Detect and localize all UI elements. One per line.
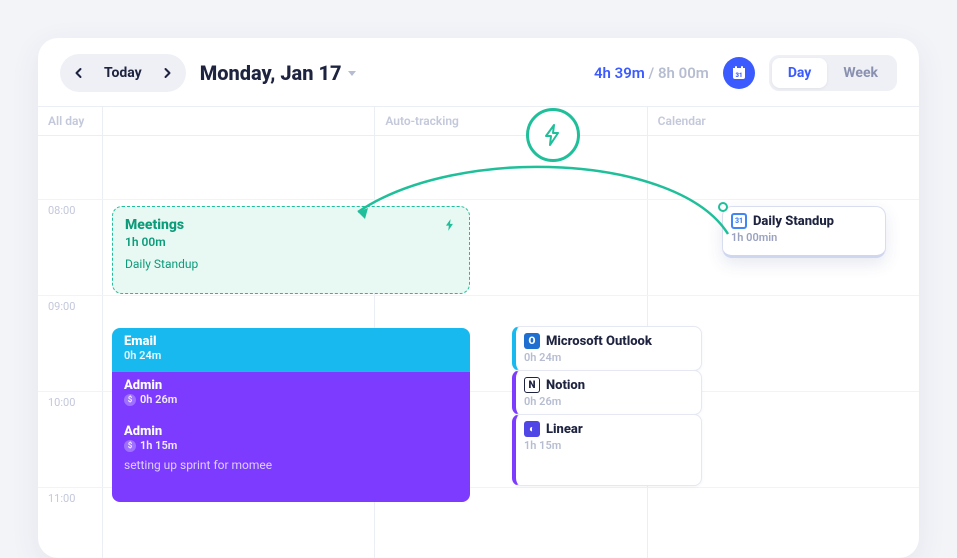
hour-label: 09:00 bbox=[38, 296, 102, 391]
hour-label: 08:00 bbox=[38, 200, 102, 295]
lightning-icon bbox=[443, 218, 457, 232]
tracking-notion-duration: 0h 26m bbox=[524, 395, 693, 408]
admin2-desc: setting up sprint for momee bbox=[124, 458, 458, 472]
email-title: Email bbox=[124, 334, 458, 349]
col-allday-label: All day bbox=[38, 107, 102, 135]
billable-icon: $ bbox=[124, 394, 136, 406]
admin-event-block-1[interactable]: Admin $0h 26m bbox=[112, 372, 470, 416]
admin2-duration: $1h 15m bbox=[124, 439, 458, 452]
today-button[interactable]: Today bbox=[94, 65, 152, 81]
time-summary: 4h 39m / 8h 00m bbox=[594, 64, 709, 82]
email-event-block[interactable]: Email 0h 24m bbox=[112, 328, 470, 372]
tracking-outlook-duration: 0h 24m bbox=[524, 351, 693, 364]
admin1-duration: $0h 26m bbox=[124, 393, 458, 406]
col-calendar-label: Calendar bbox=[647, 107, 919, 135]
col-tracked-label bbox=[102, 107, 374, 135]
tracking-card-linear[interactable]: ◐ Linear 1h 15m bbox=[512, 414, 702, 486]
admin1-title: Admin bbox=[124, 378, 458, 393]
tracking-card-notion[interactable]: N Notion 0h 26m bbox=[512, 370, 702, 415]
time-total: / 8h 00m bbox=[649, 64, 709, 82]
linear-icon: ◐ bbox=[524, 421, 540, 437]
standup-duration: 1h 00min bbox=[731, 231, 877, 244]
admin2-title: Admin bbox=[124, 424, 458, 439]
event-handle-dot[interactable] bbox=[718, 202, 728, 212]
meetings-title: Meetings bbox=[125, 217, 184, 233]
column-headers: All day Auto-tracking Calendar bbox=[38, 106, 919, 136]
meetings-event-block[interactable]: Meetings 1h 00m Daily Standup bbox=[112, 206, 470, 294]
standup-title: Daily Standup bbox=[753, 214, 834, 229]
next-day-button[interactable] bbox=[152, 58, 182, 88]
header-bar: Today Monday, Jan 17 4h 39m / 8h 00m 31 … bbox=[38, 38, 919, 106]
calendar-event-standup[interactable]: Daily Standup 1h 00min bbox=[722, 206, 886, 258]
view-day-button[interactable]: Day bbox=[772, 58, 828, 88]
tracking-outlook-name: Microsoft Outlook bbox=[546, 334, 652, 349]
svg-text:31: 31 bbox=[735, 72, 742, 79]
lightning-icon bbox=[541, 123, 565, 147]
calendar-app-window: Today Monday, Jan 17 4h 39m / 8h 00m 31 … bbox=[38, 38, 919, 558]
time-active: 4h 39m bbox=[594, 64, 645, 82]
notion-icon: N bbox=[524, 377, 540, 393]
tracking-notion-name: Notion bbox=[546, 378, 585, 393]
billable-icon: $ bbox=[124, 440, 136, 452]
hour-label: 10:00 bbox=[38, 392, 102, 487]
tracking-linear-name: Linear bbox=[546, 422, 583, 437]
automation-badge bbox=[526, 108, 580, 162]
tracking-linear-duration: 1h 15m bbox=[524, 439, 693, 452]
hour-label: 11:00 bbox=[38, 488, 102, 558]
view-week-button[interactable]: Week bbox=[827, 58, 894, 88]
prev-day-button[interactable] bbox=[64, 58, 94, 88]
admin-event-block-2[interactable]: Admin $1h 15m setting up sprint for mome… bbox=[112, 416, 470, 502]
chevron-left-icon bbox=[73, 67, 85, 79]
col-auto-label: Auto-tracking bbox=[374, 107, 646, 135]
email-duration: 0h 24m bbox=[124, 349, 458, 362]
calendar-body: 08:00 09:00 10:00 11:00 Meetings bbox=[38, 136, 919, 558]
calendar-icon-button[interactable]: 31 bbox=[723, 57, 755, 89]
date-title[interactable]: Monday, Jan 17 bbox=[200, 61, 356, 85]
date-nav-pill: Today bbox=[60, 54, 186, 92]
date-title-text: Monday, Jan 17 bbox=[200, 61, 342, 85]
calendar-icon: 31 bbox=[731, 65, 747, 81]
outlook-icon: O bbox=[524, 333, 540, 349]
chevron-right-icon bbox=[161, 67, 173, 79]
meetings-duration: 1h 00m bbox=[125, 235, 457, 249]
google-calendar-icon bbox=[731, 213, 747, 229]
hour-gutter bbox=[38, 136, 102, 199]
meetings-desc: Daily Standup bbox=[125, 257, 457, 271]
tracking-card-outlook[interactable]: O Microsoft Outlook 0h 24m bbox=[512, 326, 702, 371]
caret-down-icon bbox=[348, 71, 356, 76]
view-toggle: Day Week bbox=[769, 55, 897, 91]
